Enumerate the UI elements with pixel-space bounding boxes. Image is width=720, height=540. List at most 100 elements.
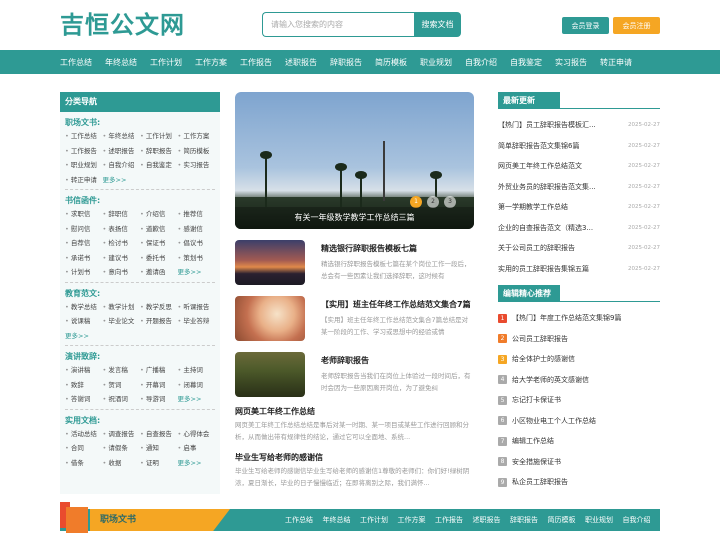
sidebar-link[interactable]: 工作报告 bbox=[65, 144, 103, 159]
sidebar-link[interactable]: 演讲稿 bbox=[65, 363, 103, 378]
sidebar-link[interactable]: 证明 bbox=[140, 456, 178, 471]
nav-item[interactable]: 工作方案 bbox=[195, 57, 227, 68]
slider-caption[interactable]: 有关一年级数学教学工作总结三篇 bbox=[235, 207, 474, 229]
sidebar-link[interactable]: 慰问信 bbox=[65, 222, 103, 237]
sidebar-category-title[interactable]: 教育范文: bbox=[65, 287, 215, 300]
recommend-item-title[interactable]: 公司员工辞职报告 bbox=[512, 334, 568, 344]
nav-item[interactable]: 简历模板 bbox=[375, 57, 407, 68]
sidebar-link[interactable]: 教学计划 bbox=[103, 300, 141, 315]
latest-item-title[interactable]: 【热门】员工辞职报告模板汇... bbox=[498, 120, 610, 130]
sidebar-link[interactable]: 建议书 bbox=[103, 251, 141, 266]
sidebar-link[interactable]: 毕业论文 bbox=[103, 314, 141, 329]
latest-item[interactable]: 外贸业务员的辞职报告范文集... 2025-02-27 bbox=[498, 177, 660, 198]
sidebar-link[interactable]: 合同 bbox=[65, 441, 103, 456]
sidebar-link[interactable]: 广播稿 bbox=[140, 363, 178, 378]
latest-item[interactable]: 企业的自查报告范文（精选3... 2025-02-27 bbox=[498, 218, 660, 239]
featured-slider[interactable]: 1 2 3 有关一年级数学教学工作总结三篇 bbox=[235, 92, 474, 229]
sidebar-link[interactable]: 致辞 bbox=[65, 378, 103, 393]
sidebar-link[interactable]: 毕业答辩 bbox=[178, 314, 216, 329]
sidebar-link[interactable]: 调查报告 bbox=[103, 427, 141, 442]
nav-item[interactable]: 实习报告 bbox=[555, 57, 587, 68]
sidebar-link[interactable]: 工作计划 bbox=[140, 129, 178, 144]
recommend-item-title[interactable]: 【热门】年度工作总结范文集锦9篇 bbox=[512, 313, 621, 323]
recommend-item[interactable]: 1 【热门】年度工作总结范文集锦9篇 bbox=[498, 308, 660, 329]
section-link[interactable]: 述职报告 bbox=[473, 515, 501, 525]
recommend-item-title[interactable]: 给大学老师的英文感谢信 bbox=[512, 375, 589, 385]
article-item[interactable]: 【实用】班主任年终工作总结范文集合7篇 【实用】班主任年终工作总结范文集合7篇总… bbox=[235, 296, 474, 341]
sidebar-link[interactable]: 委托书 bbox=[140, 251, 178, 266]
sidebar-link[interactable]: 职业规划 bbox=[65, 158, 103, 173]
sidebar-link[interactable]: 自荐信 bbox=[65, 236, 103, 251]
recommend-item-title[interactable]: 编辑工作总结 bbox=[512, 436, 554, 446]
sidebar-link[interactable]: 说课稿 bbox=[65, 314, 103, 329]
search-input[interactable] bbox=[262, 12, 414, 37]
recommend-item[interactable]: 7 编辑工作总结 bbox=[498, 431, 660, 452]
text-article[interactable]: 网页美工年终工作总结 网页美工年终工作总结总结是事后对某一时期、某一项目或某些工… bbox=[235, 405, 474, 443]
text-article[interactable]: 毕业生写给老师的感谢信 毕业生写给老师的感谢信毕业生写给老师的感谢信1尊敬的老师… bbox=[235, 451, 474, 489]
text-article-title[interactable]: 网页美工年终工作总结 bbox=[235, 405, 474, 419]
article-title[interactable]: 精选银行辞职报告模板七篇 bbox=[321, 243, 417, 254]
sidebar-category-title[interactable]: 实用文档: bbox=[65, 414, 215, 427]
sidebar-link[interactable]: 邀请函 bbox=[140, 265, 178, 280]
recommend-item-title[interactable]: 给全体护士的感谢信 bbox=[512, 354, 575, 364]
nav-item[interactable]: 自我鉴定 bbox=[510, 57, 542, 68]
sidebar-link[interactable]: 转正申请 bbox=[65, 173, 103, 188]
sidebar-link[interactable]: 导游词 bbox=[140, 392, 178, 407]
sidebar-link[interactable]: 计划书 bbox=[65, 265, 103, 280]
section-link[interactable]: 自我介绍 bbox=[623, 515, 651, 525]
section-link[interactable]: 工作方案 bbox=[398, 515, 426, 525]
recommend-item-title[interactable]: 私企员工辞职报告 bbox=[512, 477, 568, 487]
article-item[interactable]: 精选银行辞职报告模板七篇 精选银行辞职报告模板七篇在某个岗位工作一段后，总会有一… bbox=[235, 240, 474, 285]
latest-item-title[interactable]: 企业的自查报告范文（精选3... bbox=[498, 223, 610, 233]
section-link[interactable]: 工作计划 bbox=[360, 515, 388, 525]
login-button[interactable]: 会员登录 bbox=[562, 17, 609, 34]
article-thumbnail[interactable] bbox=[235, 296, 305, 341]
sidebar-link[interactable]: 闭幕词 bbox=[178, 378, 216, 393]
recommend-item[interactable]: 8 安全措施保证书 bbox=[498, 452, 660, 473]
sidebar-link[interactable]: 实习报告 bbox=[178, 158, 216, 173]
latest-item[interactable]: 第一学期教学工作总结 2025-02-27 bbox=[498, 197, 660, 218]
nav-item[interactable]: 工作计划 bbox=[150, 57, 182, 68]
recommend-item[interactable]: 6 小区物业电工个人工作总结 bbox=[498, 411, 660, 432]
article-item[interactable]: 老师辞职报告 老师辞职报告当我们在岗位上体验过一段时间后，有时会因为一些原因离开… bbox=[235, 352, 474, 397]
latest-item[interactable]: 关于公司员工的辞职报告 2025-02-27 bbox=[498, 238, 660, 259]
sidebar-link[interactable]: 请假条 bbox=[103, 441, 141, 456]
nav-item[interactable]: 工作报告 bbox=[240, 57, 272, 68]
latest-item-title[interactable]: 简单辞职报告范文集锦6篇 bbox=[498, 141, 610, 151]
section-link[interactable]: 工作总结 bbox=[285, 515, 313, 525]
latest-item-title[interactable]: 第一学期教学工作总结 bbox=[498, 202, 610, 212]
sidebar-link[interactable]: 工作方案 bbox=[178, 129, 216, 144]
section-link[interactable]: 工作报告 bbox=[435, 515, 463, 525]
sidebar-link[interactable]: 答谢词 bbox=[65, 392, 103, 407]
sidebar-link[interactable]: 启事 bbox=[178, 441, 216, 456]
recommend-item-title[interactable]: 忘记打卡保证书 bbox=[512, 395, 561, 405]
sidebar-link[interactable]: 自我介绍 bbox=[103, 158, 141, 173]
latest-item-title[interactable]: 外贸业务员的辞职报告范文集... bbox=[498, 182, 610, 192]
sidebar-link[interactable]: 简历模板 bbox=[178, 144, 216, 159]
sidebar-link[interactable]: 保证书 bbox=[140, 236, 178, 251]
text-article-title[interactable]: 毕业生写给老师的感谢信 bbox=[235, 451, 474, 465]
sidebar-link[interactable]: 推荐信 bbox=[178, 207, 216, 222]
sidebar-link[interactable]: 发言稿 bbox=[103, 363, 141, 378]
sidebar-link[interactable]: 贺词 bbox=[103, 378, 141, 393]
sidebar-link[interactable]: 策划书 bbox=[178, 251, 216, 266]
more-link[interactable]: 更多>> bbox=[103, 173, 141, 188]
sidebar-link[interactable]: 表扬信 bbox=[103, 222, 141, 237]
sidebar-link[interactable]: 自我鉴定 bbox=[140, 158, 178, 173]
more-link[interactable]: 更多>> bbox=[178, 265, 216, 280]
sidebar-link[interactable]: 感谢信 bbox=[178, 222, 216, 237]
section-link[interactable]: 辞职报告 bbox=[510, 515, 538, 525]
register-button[interactable]: 会员注册 bbox=[613, 17, 660, 34]
sidebar-link[interactable]: 辞职信 bbox=[103, 207, 141, 222]
sidebar-link[interactable]: 教学总结 bbox=[65, 300, 103, 315]
nav-item[interactable]: 工作总结 bbox=[60, 57, 92, 68]
nav-item[interactable]: 职业规划 bbox=[420, 57, 452, 68]
sidebar-link[interactable]: 开幕词 bbox=[140, 378, 178, 393]
latest-item-title[interactable]: 实用的员工辞职报告集锦五篇 bbox=[498, 264, 610, 274]
more-link[interactable]: 更多>> bbox=[65, 329, 103, 344]
recommend-item[interactable]: 5 忘记打卡保证书 bbox=[498, 390, 660, 411]
article-title[interactable]: 老师辞职报告 bbox=[321, 355, 369, 366]
recommend-item-title[interactable]: 安全措施保证书 bbox=[512, 457, 561, 467]
sidebar-link[interactable]: 收据 bbox=[103, 456, 141, 471]
sidebar-link[interactable]: 教学反思 bbox=[140, 300, 178, 315]
